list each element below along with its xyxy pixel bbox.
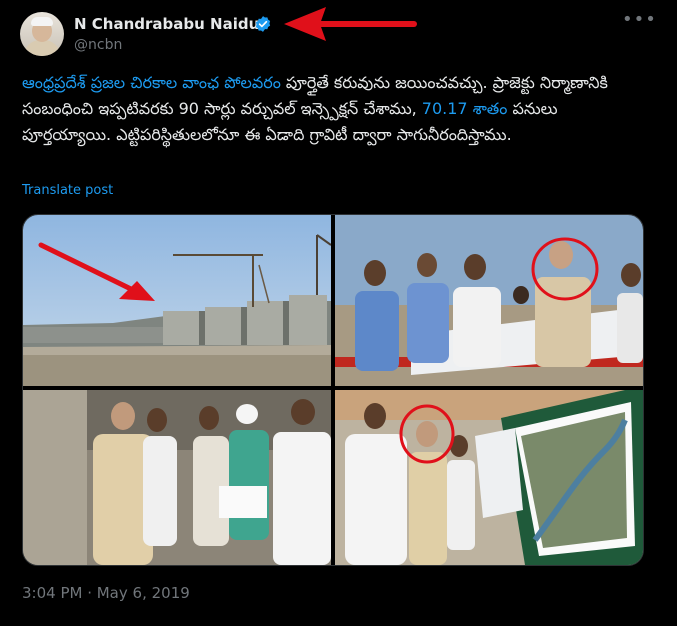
translate-post-link[interactable]: Translate post — [22, 183, 113, 198]
author-name[interactable]: N Chandrababu Naidu — [74, 15, 259, 33]
post-text: ఆంధ్రప్రదేశ్ ప్రజల చిరకాల వాంఛ పోలవరం పూ… — [22, 70, 647, 148]
post-link-hashtag[interactable]: ఆంధ్రప్రదేశ్ ప్రజల చిరకాల వాంఛ పోలవరం — [22, 73, 281, 92]
more-options-icon[interactable]: ••• — [622, 10, 656, 34]
tweet: N Chandrababu Naidu @ncbn ••• ఆంధ్రప్రదే… — [0, 0, 677, 626]
dam-construction-photo[interactable] — [23, 215, 331, 386]
author-handle[interactable]: @ncbn — [74, 37, 122, 53]
verified-badge-icon — [255, 16, 271, 32]
red-arrow-annotation — [284, 7, 417, 41]
post-link-percentage[interactable]: 70.17 శాతం — [422, 99, 508, 118]
site-inspection-photo[interactable] — [335, 215, 643, 386]
officials-walkway-photo[interactable] — [23, 390, 331, 565]
post-timestamp[interactable]: 3:04 PM · May 6, 2019 — [22, 584, 190, 602]
media-grid — [22, 214, 644, 566]
avatar[interactable] — [20, 12, 64, 56]
project-map-display-photo[interactable] — [335, 390, 643, 565]
